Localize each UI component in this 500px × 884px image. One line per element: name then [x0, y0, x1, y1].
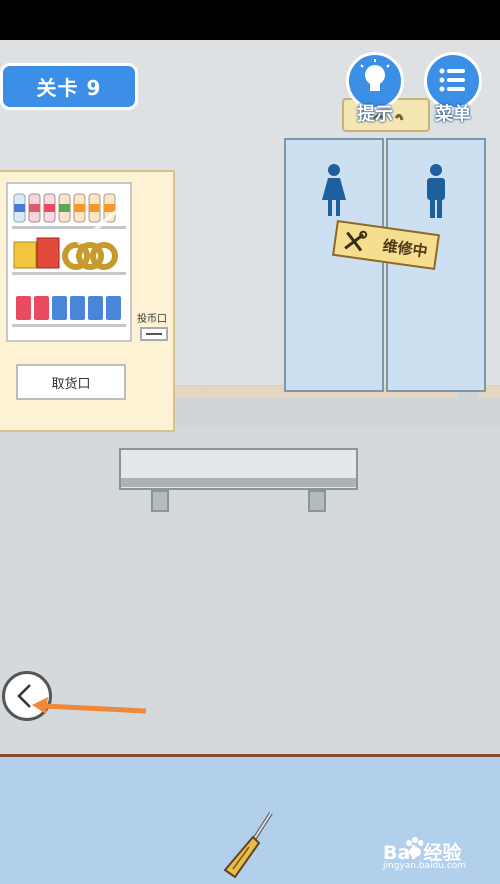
bench-leg [308, 490, 326, 512]
women-restroom-door[interactable] [284, 138, 384, 392]
watermark: Bai 经验 jingyan.baidu.com [383, 835, 493, 875]
watermark-url: jingyan.baidu.com [383, 861, 467, 871]
pickup-slot[interactable]: 取货口 [16, 364, 126, 400]
hint-label[interactable]: 提示 [346, 100, 404, 126]
inventory-bar: Bai 经验 jingyan.baidu.com [0, 754, 500, 884]
can-row [16, 296, 121, 320]
vending-window[interactable] [6, 182, 132, 342]
bench-edge [121, 478, 356, 487]
arrow-annotation-icon [32, 697, 147, 714]
female-icon [322, 164, 346, 216]
coin-slot[interactable] [140, 327, 168, 341]
floor-strip [175, 386, 203, 398]
screwdriver-icon[interactable] [215, 807, 279, 883]
menu-label[interactable]: 菜单 [424, 100, 482, 126]
level-badge: 关卡 9 [0, 63, 138, 110]
male-icon [427, 164, 445, 218]
vending-machine[interactable]: 投币口 取货口 [0, 170, 175, 432]
sign-text: 维修中 [381, 236, 429, 261]
status-bar [0, 0, 500, 40]
tools-icon [344, 230, 368, 252]
snack-row [13, 237, 118, 270]
coin-slot-label: 投币口 [137, 314, 167, 325]
vending-products [12, 193, 126, 327]
game-scene: 关卡 9 提示 菜单 投币口 取货口 维修中 [0, 40, 500, 754]
coin-slot-opening [146, 333, 162, 335]
bottle-row [13, 193, 116, 223]
bench-leg [151, 490, 169, 512]
restroom-doors[interactable] [284, 138, 487, 392]
